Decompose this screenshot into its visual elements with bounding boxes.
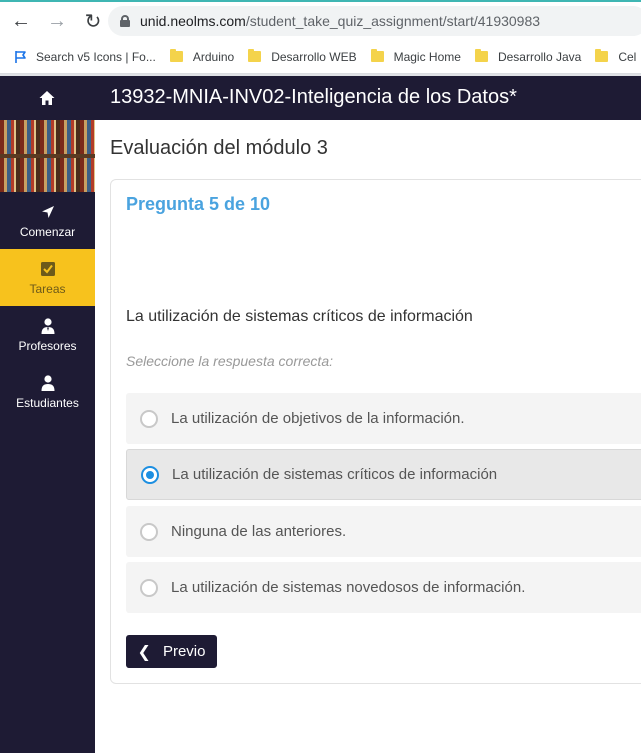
chevron-left-icon: ❮ <box>137 643 151 661</box>
folder-icon <box>370 49 384 62</box>
bookmark-label: Desarrollo Java <box>497 49 582 64</box>
browser-toolbar: ← → ↻ unid.neolms.com/student_take_quiz_… <box>0 2 641 40</box>
sidebar-item-label: Profesores <box>18 338 77 353</box>
checkbox-icon <box>40 261 55 276</box>
bookmark-item[interactable]: Desarrollo WEB <box>248 49 357 64</box>
radio-button[interactable] <box>140 578 158 597</box>
question-text: La utilización de sistemas críticos de i… <box>126 308 473 325</box>
bookmark-label: Magic Home <box>393 49 461 64</box>
bookmark-label: Desarrollo WEB <box>271 49 357 64</box>
sidebar-item-tareas[interactable]: Tareas <box>0 249 95 306</box>
folder-icon <box>595 49 609 62</box>
course-title: 13932-MNIA-INV02-Inteligencia de los Dat… <box>110 86 517 108</box>
bookmark-item[interactable]: Arduino <box>169 49 235 64</box>
reload-icon[interactable]: ↻ <box>78 6 108 36</box>
answer-hint: Seleccione la respuesta correcta: <box>126 353 333 369</box>
folder-icon <box>169 49 183 62</box>
bookmark-label: Cel <box>618 49 637 64</box>
sidebar-item-label: Estudiantes <box>16 395 79 410</box>
sidebar-item-label: Tareas <box>29 281 66 296</box>
bookmark-item[interactable]: Desarrollo Java <box>474 49 582 64</box>
radio-button[interactable] <box>140 409 158 428</box>
bookmark-label: Arduino <box>192 49 235 64</box>
answer-option-selected[interactable]: La utilización de sistemas críticos de i… <box>126 449 641 500</box>
forward-arrow-icon[interactable]: → <box>42 6 72 36</box>
back-arrow-icon[interactable]: ← <box>6 6 36 36</box>
bookmarks-bar: Search v5 Icons | Fo... Arduino Desarrol… <box>0 40 641 74</box>
flag-icon <box>15 50 26 63</box>
option-label: La utilización de objetivos de la inform… <box>171 410 465 427</box>
student-icon <box>41 374 54 391</box>
library-banner-image <box>0 120 95 192</box>
url-path: /student_take_quiz_assignment/start/4193… <box>245 13 541 29</box>
address-bar[interactable]: unid.neolms.com/student_take_quiz_assign… <box>108 6 641 36</box>
radio-button[interactable] <box>140 522 158 541</box>
bookmark-item[interactable]: Search v5 Icons | Fo... <box>14 50 156 64</box>
teacher-icon <box>41 317 54 334</box>
sidebar-item-label: Comenzar <box>19 224 76 239</box>
question-number: Pregunta 5 de 10 <box>126 194 271 214</box>
bookmark-item[interactable]: Cel <box>595 49 637 64</box>
option-label: La utilización de sistemas novedosos de … <box>171 579 526 596</box>
previous-button[interactable]: ❮ Previo <box>126 635 217 668</box>
answer-option[interactable]: Ninguna de las anteriores. <box>126 506 641 557</box>
app-header: 13932-MNIA-INV02-Inteligencia de los Dat… <box>0 76 641 120</box>
home-icon[interactable] <box>38 89 56 107</box>
folder-icon <box>248 49 262 62</box>
page-title: Evaluación del módulo 3 <box>110 137 328 159</box>
answer-option[interactable]: La utilización de sistemas novedosos de … <box>126 562 641 613</box>
paper-plane-icon <box>41 205 54 218</box>
sidebar: Comenzar Tareas Profesores Estudiantes <box>0 120 95 753</box>
bookmark-item[interactable]: Magic Home <box>370 49 461 64</box>
bookmark-label: Search v5 Icons | Fo... <box>36 49 156 64</box>
option-label: La utilización de sistemas críticos de i… <box>172 466 498 483</box>
folder-icon <box>474 49 488 62</box>
previous-button-label: Previo <box>162 643 206 660</box>
sidebar-item-profesores[interactable]: Profesores <box>0 306 95 363</box>
radio-button-checked[interactable] <box>141 465 159 484</box>
answer-option[interactable]: La utilización de objetivos de la inform… <box>126 393 641 444</box>
url-host: unid.neolms.com <box>140 13 246 29</box>
lock-icon <box>120 15 130 27</box>
sidebar-item-estudiantes[interactable]: Estudiantes <box>0 363 95 420</box>
option-label: Ninguna de las anteriores. <box>171 523 347 540</box>
sidebar-item-comenzar[interactable]: Comenzar <box>0 192 95 249</box>
